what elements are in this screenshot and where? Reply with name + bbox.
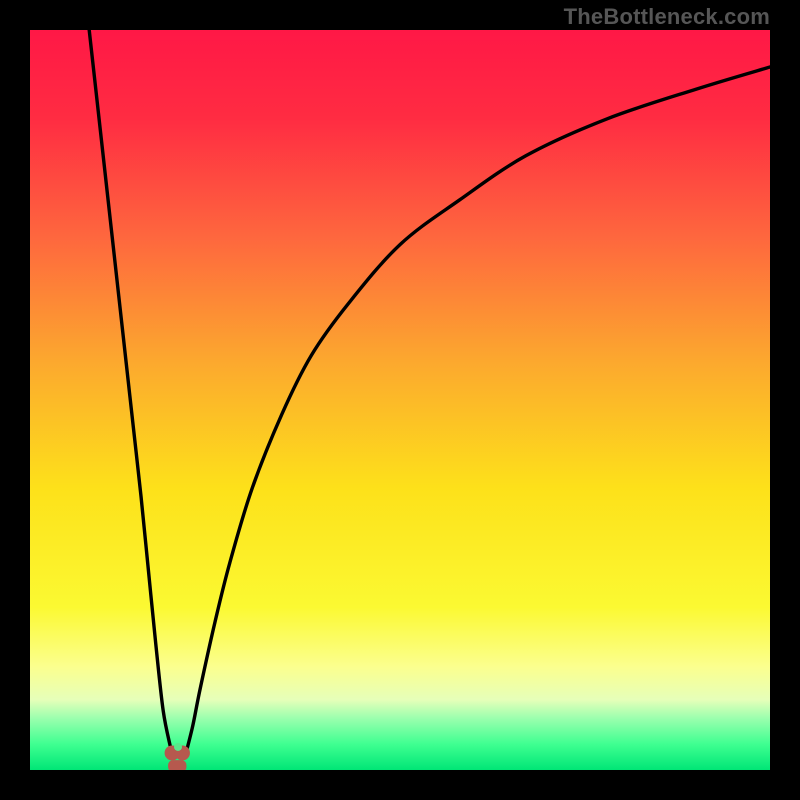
chart-svg — [30, 30, 770, 770]
minimum-marker-base — [168, 760, 186, 770]
watermark-text: TheBottleneck.com — [564, 4, 770, 30]
chart-plot-area — [30, 30, 770, 770]
chart-background-gradient — [30, 30, 770, 770]
minimum-marker-group — [165, 743, 190, 770]
minimum-marker-notch — [174, 743, 182, 751]
